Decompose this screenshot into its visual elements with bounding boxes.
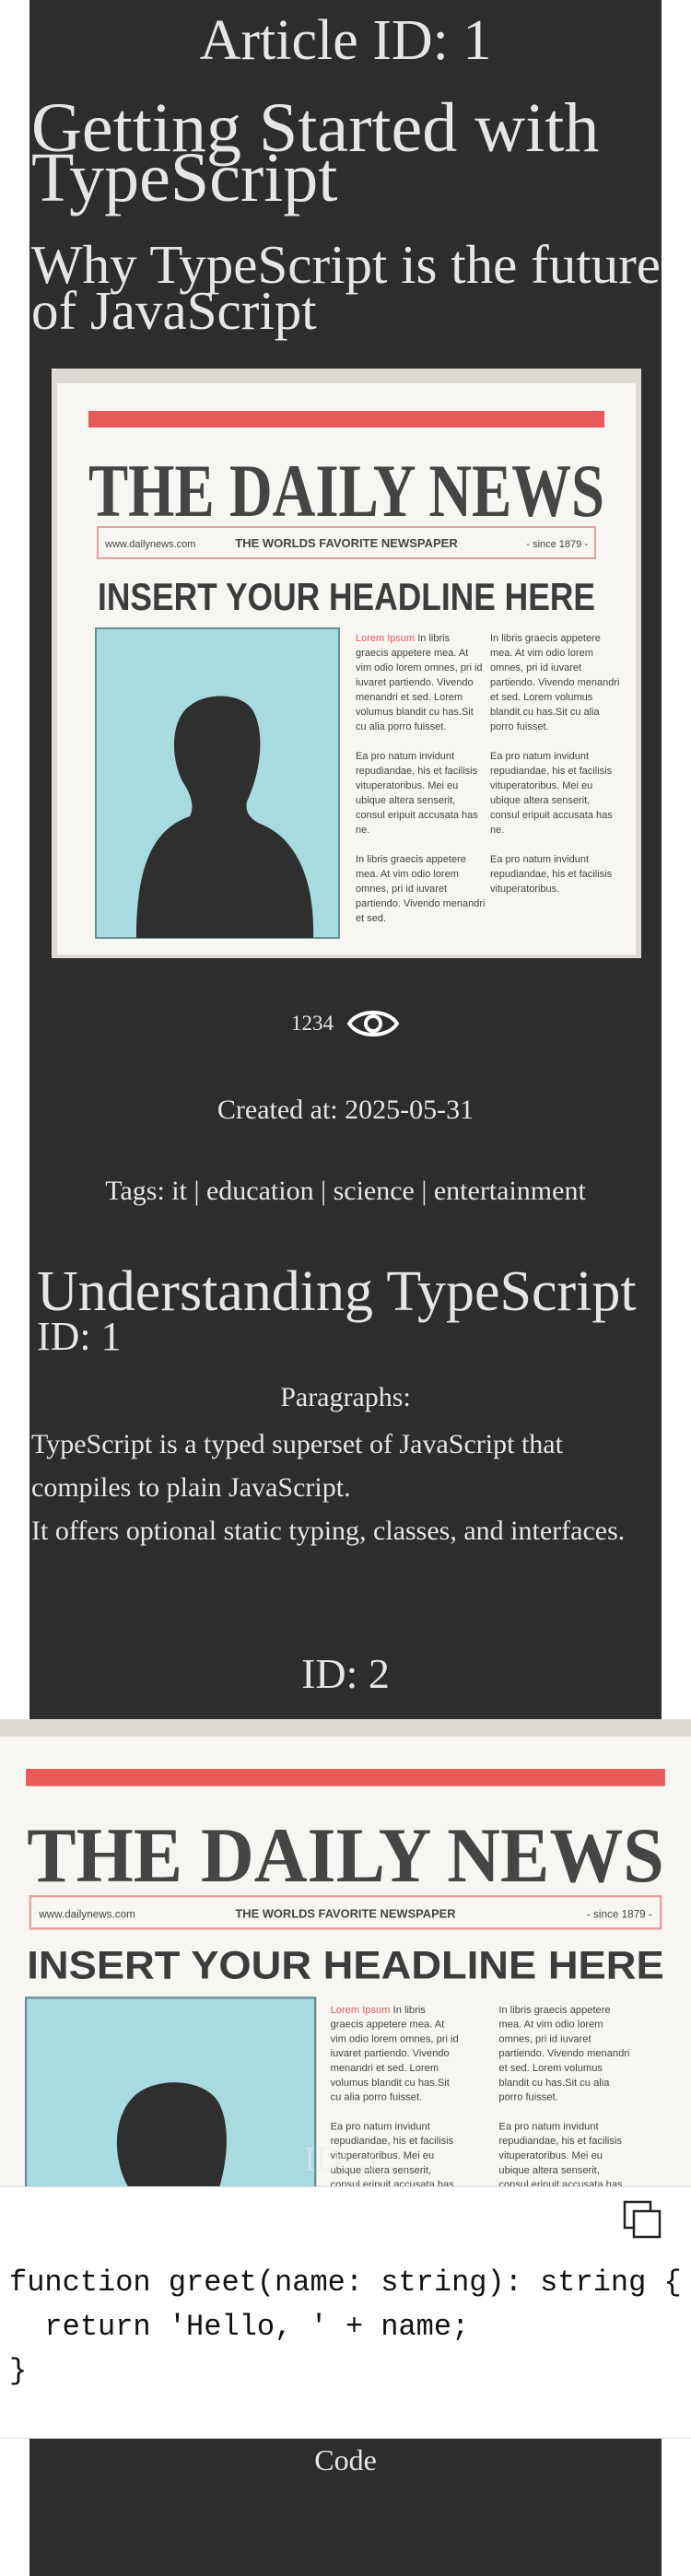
newspaper-text-line: consul eripuit accusata has xyxy=(356,810,478,821)
eye-icon xyxy=(346,1011,400,1036)
newspaper-text-line: consul eripuit accusata has xyxy=(331,2180,455,2186)
code-label: Code xyxy=(314,2443,377,2476)
newspaper-text-line: In libris graecis appetere xyxy=(356,854,466,865)
article-id: Article ID: 1 xyxy=(199,9,492,72)
newspaper-text-line: cu alia porro fuisset. xyxy=(356,721,446,732)
newspaper-text-line: porro fuisset. xyxy=(490,721,549,732)
newspaper-text-line: porro fuisset. xyxy=(498,2092,557,2103)
views-row: 1234 xyxy=(29,1004,662,1043)
section-2-id: ID: 2 xyxy=(301,1650,390,1697)
article-cover-image: THE DAILY NEWS www.dailynews.com THE WOR… xyxy=(52,369,641,958)
newspaper-text-line: omnes, pri id iuvaret xyxy=(490,662,581,673)
newspaper-text-line: Ea pro natum invidunt xyxy=(498,2121,599,2132)
newspaper-website: www.dailynews.com xyxy=(38,1909,135,1921)
newspaper-masthead: THE DAILY NEWS xyxy=(27,1813,663,1899)
newspaper-website: www.dailynews.com xyxy=(104,539,195,550)
newspaper-text-line: repudiandae, his et facilisis xyxy=(490,766,613,777)
copy-button[interactable] xyxy=(621,2198,665,2242)
newspaper-text-line: repudiandae, his et facilisis xyxy=(498,2136,622,2147)
newspaper-text-line: ubique altera senserit, xyxy=(356,795,455,806)
newspaper-text-line: partiendo. Vivendo menandri xyxy=(356,898,485,909)
code-block: function greet(name: string): string { r… xyxy=(0,2186,691,2439)
newspaper-text-line: Ea pro natum invidunt xyxy=(490,751,589,762)
newspaper-masthead: THE DAILY NEWS xyxy=(88,449,604,533)
newspaper-text-line: omnes, pri id iuvaret xyxy=(356,884,447,895)
newspaper-text-line: vim odio lorem omnes, pri id xyxy=(331,2033,459,2044)
newspaper-text-line: vituperatoribus. xyxy=(490,884,559,895)
newspaper-since: - since 1879 - xyxy=(587,1909,652,1921)
newspaper-text-line: mea. At vim odio lorem xyxy=(498,2020,603,2031)
newspaper-text-line: graecis appetere mea. At xyxy=(356,648,468,659)
newspaper-text-line: repudiandae, his et facilisis xyxy=(490,869,613,880)
newspaper-text-line: iuvaret partiendo. Vivendo xyxy=(331,2048,450,2059)
newspaper-text-line: ne. xyxy=(356,825,369,836)
newspaper-text-line: mea. At vim odio lorem xyxy=(490,648,593,659)
paragraph-1: TypeScript is a typed superset of JavaSc… xyxy=(31,1429,563,1503)
section-id: ID: 1 xyxy=(37,1314,122,1359)
article-subtitle: Why TypeScript is the future of JavaScri… xyxy=(31,234,661,341)
newspaper-since: - since 1879 - xyxy=(526,539,588,550)
newspaper-text-line: vituperatoribus. Mei eu xyxy=(490,780,592,791)
newspaper-text-line: blandit cu has.Sit cu alia xyxy=(498,2078,610,2089)
newspaper-text-line: partiendo. Vivendo menandri xyxy=(498,2048,629,2059)
newspaper-text-line: vim odio lorem omnes, pri id xyxy=(356,662,483,673)
newspaper-text-line: et sed. xyxy=(356,913,386,924)
newspaper-text-line: Ea pro natum invidunt xyxy=(331,2121,431,2132)
newspaper-text-line: vituperatoribus. Mei eu xyxy=(356,780,458,791)
article-title: Getting Started with TypeScript xyxy=(31,89,600,217)
newspaper-text-line: ubique altera senserit, xyxy=(490,795,590,806)
code-content: function greet(name: string): string { r… xyxy=(9,2266,682,2388)
section-title: Understanding TypeScript xyxy=(37,1260,637,1323)
newspaper-text-line: vituperatoribus. Mei eu xyxy=(498,2150,603,2161)
section-3-id: ID: 3 xyxy=(304,2140,378,2179)
newspaper-text-line: consul eripuit accusata has xyxy=(490,810,613,821)
tags-list: Tags: it | education | science | enterta… xyxy=(105,1176,586,1206)
newspaper-tagline: THE WORLDS FAVORITE NEWSPAPER xyxy=(235,1907,456,1921)
newspaper-text-line: Lorem Ipsum In libris xyxy=(331,2005,427,2016)
created-date: Created at: 2025-05-31 xyxy=(217,1095,474,1125)
newspaper-text-line: In libris graecis appetere xyxy=(490,633,601,644)
newspaper-text-line: Ea pro natum invidunt xyxy=(356,751,454,762)
paragraphs-label: Paragraphs: xyxy=(280,1382,411,1412)
newspaper-text-line: menandri et sed. Lorem xyxy=(356,692,463,703)
section-2-image: THE DAILY NEWS www.dailynews.com THE WOR… xyxy=(0,1719,691,2186)
newspaper-headline: INSERT YOUR HEADLINE HERE xyxy=(27,1943,663,1986)
newspaper-text-line: et sed. Lorem volumus xyxy=(498,2063,603,2074)
paragraph-2: It offers optional static typing, classe… xyxy=(31,1516,626,1546)
newspaper-text-line: et sed. Lorem volumus xyxy=(490,692,593,703)
view-count: 1234 xyxy=(291,1012,334,1035)
copy-icon xyxy=(623,2200,662,2239)
newspaper-text-line: repudiandae, his et facilisis xyxy=(356,766,478,777)
newspaper-illustration: THE DAILY NEWS www.dailynews.com THE WOR… xyxy=(52,369,641,958)
newspaper-text-line: volumus blandit cu has.Sit xyxy=(331,2078,451,2089)
newspaper-text-line: volumus blandit cu has.Sit xyxy=(356,707,474,718)
newspaper-text-line: blandit cu has.Sit cu alia xyxy=(490,707,601,718)
newspaper-illustration: THE DAILY NEWS www.dailynews.com THE WOR… xyxy=(0,1719,691,2186)
newspaper-text-line: menandri et sed. Lorem xyxy=(331,2063,439,2074)
newspaper-text-line: graecis appetere mea. At xyxy=(331,2020,446,2031)
newspaper-text-line: omnes, pri id iuvaret xyxy=(498,2033,591,2044)
newspaper-text-line: Ea pro natum invidunt xyxy=(490,854,589,865)
newspaper-text-line: Lorem Ipsum In libris xyxy=(356,633,451,644)
newspaper-text-line: In libris graecis appetere xyxy=(498,2005,610,2016)
newspaper-text-line: iuvaret partiendo. Vivendo xyxy=(356,677,474,688)
newspaper-text-line: ubique altera senserit, xyxy=(498,2165,599,2176)
newspaper-tagline: THE WORLDS FAVORITE NEWSPAPER xyxy=(235,536,458,550)
newspaper-text-line: partiendo. Vivendo menandri xyxy=(490,677,619,688)
newspaper-text-line: cu alia porro fuisset. xyxy=(331,2092,423,2103)
newspaper-text-line: consul eripuit accusata has xyxy=(498,2180,623,2186)
newspaper-text-line: mea. At vim odio lorem xyxy=(356,869,459,880)
newspaper-headline: INSERT YOUR HEADLINE HERE xyxy=(98,575,595,618)
newspaper-text-line: ne. xyxy=(490,825,504,836)
